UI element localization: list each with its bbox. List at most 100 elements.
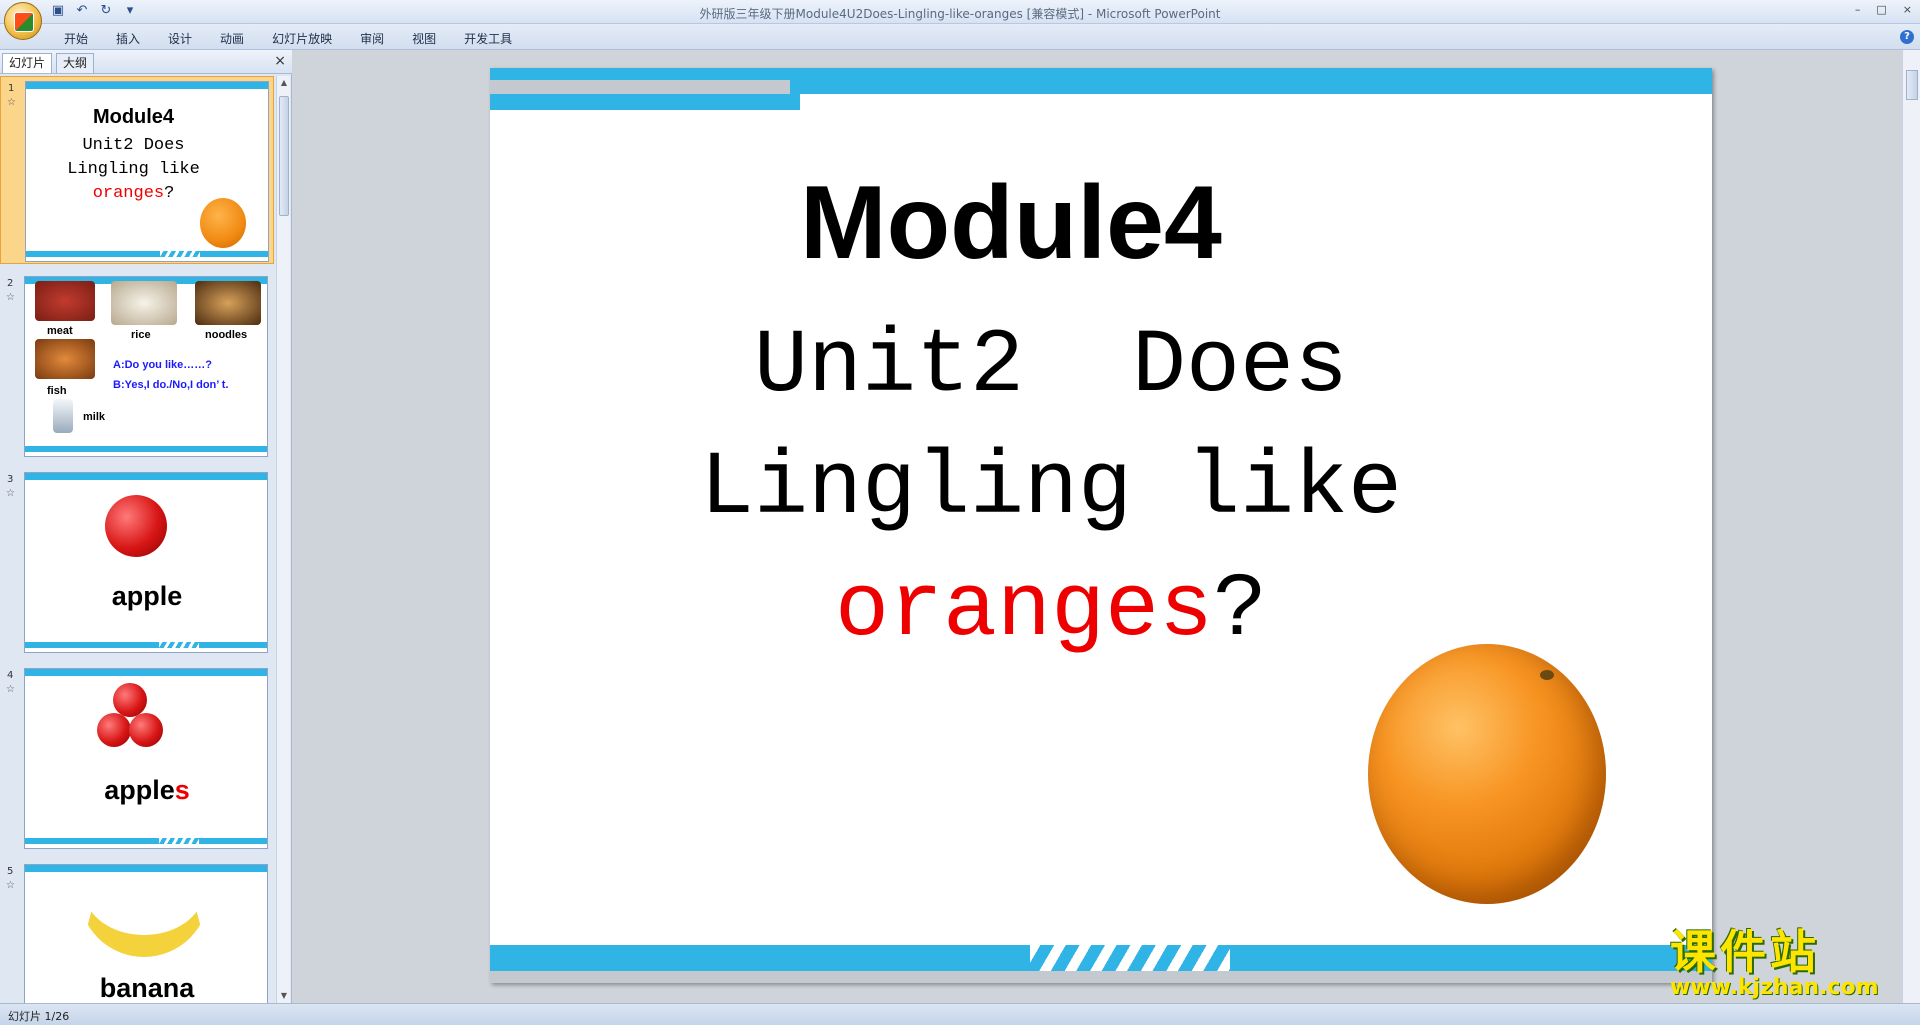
thumb-word: apple bbox=[111, 581, 183, 611]
thumb-word-main: apple bbox=[104, 775, 175, 805]
help-icon[interactable]: ? bbox=[1900, 30, 1914, 44]
close-button[interactable]: × bbox=[1903, 3, 1912, 16]
slide-number: 3 bbox=[7, 474, 14, 485]
slide-preview: apples bbox=[24, 668, 268, 849]
decor-stripes bbox=[159, 642, 199, 648]
orange-stem bbox=[1540, 670, 1554, 680]
apple-image bbox=[97, 713, 131, 747]
slide-thumbnail-5[interactable]: 5 ☆ banana bbox=[0, 860, 274, 1003]
animation-star-icon: ☆ bbox=[6, 880, 15, 891]
slide-counter: 幻灯片 1/26 bbox=[8, 1010, 70, 1023]
slide-subtitle-line[interactable]: Lingling like bbox=[490, 438, 1612, 540]
tab-developer[interactable]: 开发工具 bbox=[450, 30, 526, 47]
tab-design[interactable]: 设计 bbox=[154, 30, 206, 47]
slide-preview: banana bbox=[24, 864, 268, 1003]
apple-image bbox=[113, 683, 147, 717]
meat-image bbox=[35, 281, 95, 321]
thumb-line: Lingling like bbox=[67, 160, 200, 179]
slide-subtitle-line[interactable]: oranges? bbox=[490, 560, 1612, 662]
decor-stripes bbox=[1030, 943, 1230, 973]
title-bar: ▣ ↶ ↻ ▾ 外研版三年级下册Module4U2Does-Lingling-l… bbox=[0, 0, 1920, 24]
panel-tabs: 幻灯片 大纲 × bbox=[0, 50, 292, 74]
animation-star-icon: ☆ bbox=[6, 292, 15, 303]
decor-bar bbox=[490, 971, 1712, 983]
ribbon: 开始 插入 设计 动画 幻灯片放映 审阅 视图 开发工具 ? bbox=[0, 24, 1920, 50]
tab-outline[interactable]: 大纲 bbox=[56, 53, 95, 73]
decor-bar bbox=[26, 251, 268, 257]
main-scrollbar[interactable] bbox=[1902, 50, 1920, 1003]
milk-image bbox=[53, 399, 73, 433]
watermark-text: 课件站 bbox=[1670, 925, 1820, 979]
slide-thumbnails: 1 ☆ Module4 Unit2 Does Lingling like ora… bbox=[0, 76, 274, 1003]
decor-stripes bbox=[159, 838, 199, 844]
window-title: 外研版三年级下册Module4U2Does-Lingling-like-oran… bbox=[699, 7, 1221, 21]
apple-image bbox=[129, 713, 163, 747]
orange-image[interactable] bbox=[1368, 644, 1606, 904]
tab-slides[interactable]: 幻灯片 bbox=[2, 53, 53, 73]
fish-image bbox=[35, 339, 95, 379]
thumb-line: oranges? bbox=[26, 184, 241, 203]
watermark-logo: 课件站 www.kjzhan.com bbox=[1670, 928, 1906, 1002]
dialog-question: A:Do you like……? bbox=[113, 359, 213, 371]
slide-number: 1 bbox=[8, 83, 15, 94]
banana-image bbox=[79, 887, 209, 957]
slides-panel: 幻灯片 大纲 × 1 ☆ Module4 Unit2 Does Lingling… bbox=[0, 50, 292, 1003]
slide-title[interactable]: Module4 bbox=[800, 164, 1222, 283]
tab-view[interactable]: 视图 bbox=[398, 30, 450, 47]
decor-bar bbox=[25, 669, 267, 676]
slide-thumbnail-2[interactable]: 2 ☆ meat rice noodles fish A:Do you like… bbox=[0, 272, 274, 460]
scroll-down-icon[interactable]: ▼ bbox=[277, 989, 291, 1003]
scroll-up-icon[interactable]: ▲ bbox=[277, 76, 291, 90]
office-button[interactable] bbox=[4, 2, 42, 40]
thumbnails-scrollbar[interactable]: ▲ ▼ bbox=[276, 76, 290, 1003]
slide-subtitle-line[interactable]: Unit2 Does bbox=[490, 316, 1612, 418]
slide-number: 2 bbox=[7, 278, 14, 289]
decor-bar bbox=[25, 865, 267, 872]
tab-slideshow[interactable]: 幻灯片放映 bbox=[258, 30, 346, 47]
status-bar: 幻灯片 1/26 bbox=[0, 1003, 1920, 1025]
slide-thumbnail-4[interactable]: 4 ☆ apples bbox=[0, 664, 274, 852]
thumb-qmark: ? bbox=[164, 184, 175, 203]
food-label: rice bbox=[131, 329, 151, 341]
decor-stripes bbox=[160, 251, 200, 257]
rice-image bbox=[111, 281, 177, 325]
decor-bar bbox=[25, 446, 267, 452]
decor-bar bbox=[25, 642, 267, 648]
minimize-button[interactable]: – bbox=[1855, 3, 1861, 16]
thumb-word: banana bbox=[99, 973, 195, 1003]
slide-preview: Module4 Unit2 Does Lingling like oranges… bbox=[25, 81, 269, 262]
tab-home[interactable]: 开始 bbox=[50, 30, 102, 47]
animation-star-icon: ☆ bbox=[6, 684, 15, 695]
dialog-answer: B:Yes,I do./No,I don’ t. bbox=[113, 379, 229, 391]
scroll-thumb[interactable] bbox=[279, 96, 289, 216]
panel-close-icon[interactable]: × bbox=[274, 53, 286, 69]
slide-preview: apple bbox=[24, 472, 268, 653]
thumb-line: Unit2 Does bbox=[82, 136, 185, 155]
current-slide[interactable]: Module4 Unit2 Does Lingling like oranges… bbox=[490, 68, 1712, 983]
tab-review[interactable]: 审阅 bbox=[346, 30, 398, 47]
food-label: fish bbox=[47, 385, 67, 397]
tab-animation[interactable]: 动画 bbox=[206, 30, 258, 47]
red-word: oranges bbox=[834, 560, 1214, 662]
tab-insert[interactable]: 插入 bbox=[102, 30, 154, 47]
slide-preview: meat rice noodles fish A:Do you like……? … bbox=[24, 276, 268, 457]
office-logo-icon bbox=[14, 12, 34, 32]
question-mark: ? bbox=[1213, 560, 1268, 662]
noodles-image bbox=[195, 281, 261, 325]
thumb-word: apples bbox=[25, 775, 267, 806]
scroll-thumb[interactable] bbox=[1906, 70, 1918, 100]
thumb-title: Module4 bbox=[92, 106, 175, 128]
decor-bar bbox=[490, 94, 800, 110]
ribbon-tabs: 开始 插入 设计 动画 幻灯片放映 审阅 视图 开发工具 bbox=[50, 30, 526, 47]
window-controls: – □ × bbox=[1855, 3, 1912, 16]
slide-thumbnail-1[interactable]: 1 ☆ Module4 Unit2 Does Lingling like ora… bbox=[0, 76, 274, 264]
food-label: meat bbox=[47, 325, 73, 337]
food-label: noodles bbox=[205, 329, 248, 341]
slide-thumbnail-3[interactable]: 3 ☆ apple bbox=[0, 468, 274, 656]
maximize-button[interactable]: □ bbox=[1876, 3, 1886, 16]
thumb-word-suffix: s bbox=[174, 775, 190, 805]
orange-image bbox=[200, 198, 246, 248]
slide-number: 4 bbox=[7, 670, 14, 681]
slide-number: 5 bbox=[7, 866, 14, 877]
decor-bar bbox=[490, 68, 1712, 80]
